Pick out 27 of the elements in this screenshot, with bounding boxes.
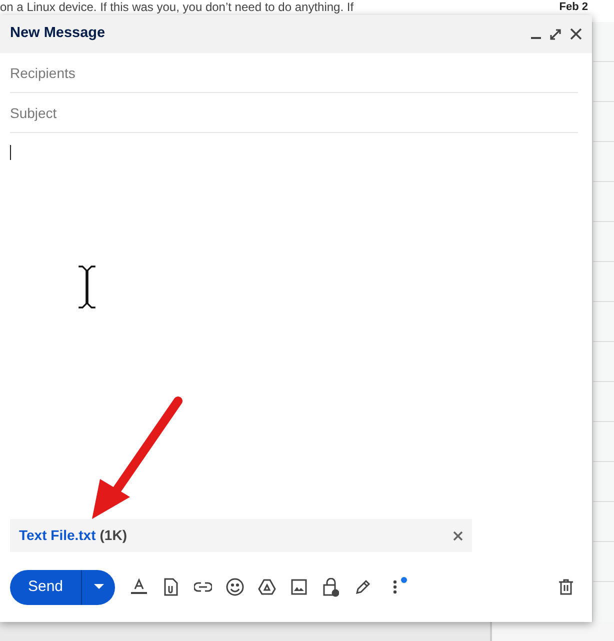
- email-date: Feb 2: [559, 0, 588, 14]
- more-icon: [393, 580, 397, 594]
- smiley-icon: [226, 578, 244, 596]
- expand-button[interactable]: [549, 28, 562, 40]
- minimize-icon: [531, 37, 541, 39]
- trash-icon: [559, 579, 573, 595]
- expand-icon: [549, 28, 562, 40]
- pen-icon: [355, 579, 371, 595]
- window-title: New Message: [10, 24, 106, 44]
- remove-attachment-button[interactable]: [453, 530, 463, 540]
- close-button[interactable]: [570, 28, 582, 40]
- send-button[interactable]: Send: [10, 570, 82, 604]
- close-icon: [570, 28, 582, 40]
- send-options-button[interactable]: [82, 570, 115, 604]
- caret-icon: [94, 584, 104, 590]
- attachment-size: (1K): [100, 526, 127, 545]
- lock-clock-icon: [323, 578, 339, 596]
- text-format-icon: [131, 578, 147, 596]
- paperclip-file-icon: [164, 578, 178, 596]
- link-icon: [194, 582, 212, 592]
- close-icon: [453, 530, 463, 540]
- attachment-chip[interactable]: Text File.txt (1K): [10, 519, 472, 552]
- email-snippet: on a Linux device. If this was you, you don’t need to do anything. If: [0, 0, 354, 14]
- image-icon: [291, 579, 307, 595]
- text-cursor: [10, 145, 11, 160]
- attachment-name[interactable]: Text File.txt: [19, 525, 96, 546]
- triangle-icon: [258, 579, 276, 595]
